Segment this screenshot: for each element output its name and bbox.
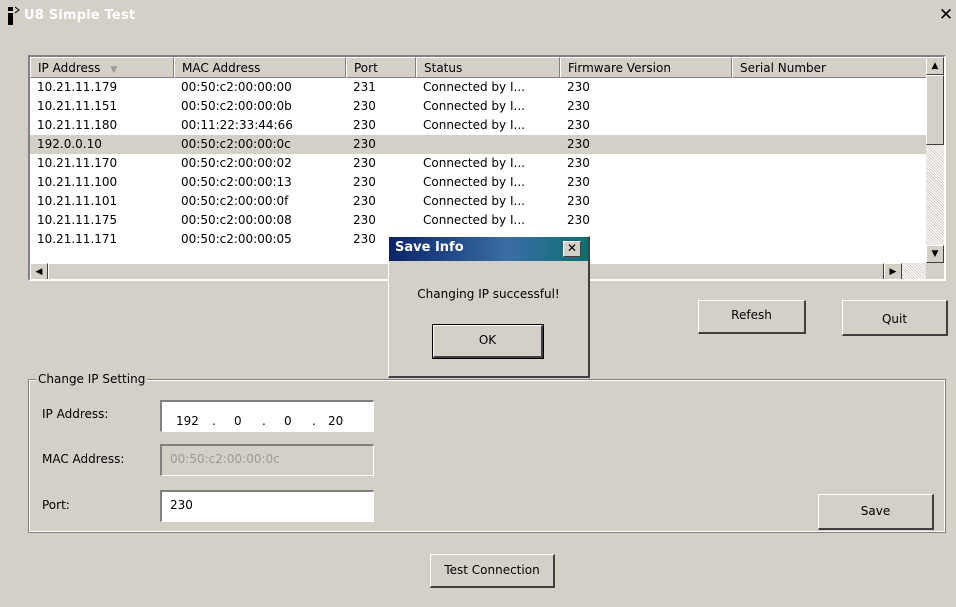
column-header-port[interactable]: Port <box>346 57 416 78</box>
ip-octet-3: 0 <box>284 414 292 428</box>
table-row[interactable]: 10.21.11.100 00:50:c2:00:00:13 230 Connecte… <box>30 173 926 192</box>
table-cell: 00:50:c2:00:00:08 <box>181 213 292 227</box>
test-connection-button[interactable]: Test Connection <box>430 554 555 588</box>
table-cell: 00:50:c2:00:00:0c <box>181 137 291 151</box>
table-cell: 230 <box>567 80 590 94</box>
table-cell: 00:50:c2:00:00:05 <box>181 232 292 246</box>
table-cell: 231 <box>353 80 376 94</box>
table-cell: 230 <box>353 118 376 132</box>
table-cell: Connected by I... <box>423 156 525 170</box>
device-list-viewport: IP Address ▼ MAC Address Port Status Firm… <box>30 57 926 263</box>
table-cell: 192.0.0.10 <box>37 137 102 151</box>
column-header-firmware-version[interactable]: Firmware Version <box>560 57 732 78</box>
mac-address-field: 00:50:c2:00:00:0c <box>160 444 374 476</box>
quit-button[interactable]: Quit <box>842 300 948 336</box>
table-cell: 10.21.11.170 <box>37 156 118 170</box>
window-title: U8 Simple Test <box>24 8 136 23</box>
table-cell: 10.21.11.151 <box>37 99 118 113</box>
vertical-scrollbar[interactable]: ▲ ▼ <box>926 57 944 263</box>
table-cell: 10.21.11.180 <box>37 118 118 132</box>
refresh-button[interactable]: Refesh <box>698 300 806 334</box>
main-window: U8 Simple Test ✕ IP Address ▼ MAC Address… <box>0 0 956 607</box>
table-cell: 00:50:c2:00:00:0f <box>181 194 289 208</box>
mac-address-label: MAC Address: <box>42 452 125 466</box>
title-bar: U8 Simple Test ✕ <box>0 0 956 30</box>
table-cell: 230 <box>353 232 376 246</box>
column-header-ip-address[interactable]: IP Address ▼ <box>30 57 174 78</box>
table-row[interactable]: 10.21.11.175 00:50:c2:00:00:08 230 Connecte… <box>30 211 926 230</box>
ip-dot: . <box>212 414 216 428</box>
ip-address-input[interactable]: 192 . 0 . 0 . 20 <box>160 400 374 432</box>
table-cell: 230 <box>567 213 590 227</box>
scroll-up-icon[interactable]: ▲ <box>926 57 944 75</box>
column-header-serial-number[interactable]: Serial Number <box>732 57 926 78</box>
window-close-button[interactable]: ✕ <box>937 6 955 24</box>
table-cell: 00:11:22:33:44:66 <box>181 118 293 132</box>
table-cell: 10.21.11.100 <box>37 175 118 189</box>
table-cell: 00:50:c2:00:00:00 <box>181 80 292 94</box>
table-cell: 230 <box>567 194 590 208</box>
column-header-mac-address[interactable]: MAC Address <box>174 57 346 78</box>
ip-dot: . <box>312 414 316 428</box>
scroll-right-icon[interactable]: ▶ <box>884 263 902 279</box>
sort-down-icon: ▼ <box>110 65 118 75</box>
table-row[interactable]: 10.21.11.179 00:50:c2:00:00:00 231 Connecte… <box>30 78 926 97</box>
table-cell: Connected by I... <box>423 213 525 227</box>
ip-octet-1: 192 <box>176 414 199 428</box>
table-cell: 230 <box>353 156 376 170</box>
table-cell: Connected by I... <box>423 194 525 208</box>
table-row[interactable]: 10.21.11.170 00:50:c2:00:00:02 230 Connecte… <box>30 154 926 173</box>
table-cell: 230 <box>353 213 376 227</box>
table-row[interactable]: 10.21.11.151 00:50:c2:00:00:0b 230 Connecte… <box>30 97 926 116</box>
table-row[interactable]: 192.0.0.10 00:50:c2:00:00:0c 230 230 <box>30 135 926 154</box>
ip-octet-4: 20 <box>328 414 344 428</box>
app-info-icon <box>8 6 20 25</box>
table-cell: 10.21.11.171 <box>37 232 118 246</box>
table-cell: 230 <box>353 137 376 151</box>
save-info-dialog: Save Info ✕ Changing IP successful! OK <box>388 236 590 378</box>
scroll-down-icon[interactable]: ▼ <box>926 245 944 263</box>
device-list-header: IP Address ▼ MAC Address Port Status Firm… <box>30 57 926 78</box>
vertical-scroll-thumb[interactable] <box>926 75 944 145</box>
column-header-status[interactable]: Status <box>416 57 560 78</box>
table-cell: 230 <box>567 156 590 170</box>
port-label: Port: <box>42 498 70 512</box>
table-cell: 230 <box>353 194 376 208</box>
scrollbar-corner <box>926 263 944 279</box>
ip-octet-2: 0 <box>234 414 242 428</box>
dialog-title-bar: Save Info ✕ <box>389 237 588 261</box>
table-cell: 10.21.11.101 <box>37 194 118 208</box>
table-cell: 00:50:c2:00:00:02 <box>181 156 292 170</box>
table-row[interactable]: 10.21.11.180 00:11:22:33:44:66 230 Connecte… <box>30 116 926 135</box>
table-cell: 230 <box>567 137 590 151</box>
table-cell: Connected by I... <box>423 99 525 113</box>
table-cell: 00:50:c2:00:00:13 <box>181 175 292 189</box>
port-input[interactable]: 230 <box>160 490 374 522</box>
table-cell: 230 <box>567 118 590 132</box>
save-button[interactable]: Save <box>818 494 934 530</box>
table-cell: Connected by I... <box>423 118 525 132</box>
dialog-close-icon[interactable]: ✕ <box>563 241 581 257</box>
dialog-title: Save Info <box>395 240 464 255</box>
table-row[interactable]: 10.21.11.101 00:50:c2:00:00:0f 230 Connecte… <box>30 192 926 211</box>
change-ip-group-label: Change IP Setting <box>36 372 148 386</box>
scroll-left-icon[interactable]: ◀ <box>30 263 48 279</box>
ip-address-label: IP Address: <box>42 407 109 421</box>
table-cell: 00:50:c2:00:00:0b <box>181 99 292 113</box>
ok-button[interactable]: OK <box>432 324 544 359</box>
table-cell: Connected by I... <box>423 175 525 189</box>
table-cell: 230 <box>567 175 590 189</box>
dialog-message: Changing IP successful! <box>417 287 560 301</box>
ip-dot: . <box>262 414 266 428</box>
table-cell: Connected by I... <box>423 80 525 94</box>
table-cell: 230 <box>567 99 590 113</box>
table-cell: 230 <box>353 99 376 113</box>
table-cell: 10.21.11.175 <box>37 213 118 227</box>
table-cell: 230 <box>353 175 376 189</box>
table-cell: 10.21.11.179 <box>37 80 118 94</box>
